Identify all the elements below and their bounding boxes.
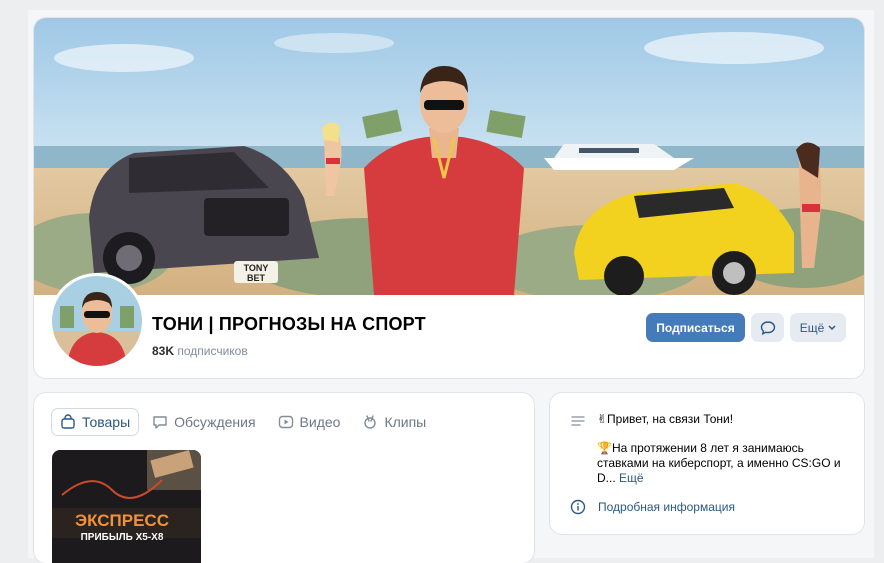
product-title-2: ПРИБЫЛЬ Х5-Х8 [81, 532, 164, 543]
tab-video[interactable]: Видео [270, 409, 349, 435]
subscribers-number: 83K [152, 344, 175, 358]
tab-video-label: Видео [299, 414, 341, 430]
tab-discussions[interactable]: Обсуждения [144, 409, 263, 435]
clips-icon [364, 415, 377, 429]
more-button[interactable]: Ещё [790, 313, 846, 342]
chat-icon [153, 416, 167, 429]
tab-products-label: Товары [82, 414, 131, 430]
description-more-link[interactable]: Ещё [619, 471, 644, 485]
more-label: Ещё [799, 320, 825, 335]
group-header: TONY BET ТОНИ | ПРОГНОЗЫ НА СПОРТ 83K по… [34, 18, 864, 378]
subscribers-count[interactable]: 83K подписчиков [152, 344, 248, 358]
plate-line1: TONY [244, 263, 269, 273]
group-avatar[interactable] [49, 273, 145, 369]
group-description: ✌Привет, на связи Тони! 🏆На протяжении 8… [597, 412, 847, 486]
chevron-down-icon [828, 324, 836, 330]
detailed-info-link[interactable]: Подробная информация [570, 499, 735, 515]
description-icon [571, 416, 585, 426]
description-about: 🏆На протяжении 8 лет я занимаюсь ставкам… [597, 441, 847, 486]
product-card[interactable]: ЭКСПРЕСС ПРИБЫЛЬ Х5-Х8 [52, 450, 201, 563]
tab-products[interactable]: Товары [52, 409, 139, 435]
content-tabs: Товары Обсуждения Видео Клипы [52, 409, 434, 435]
tab-discussions-label: Обсуждения [174, 414, 256, 430]
group-title: ТОНИ | ПРОГНОЗЫ НА СПОРТ [152, 314, 426, 334]
info-icon [570, 499, 586, 515]
product-title-1: ЭКСПРЕСС [75, 511, 169, 530]
cover-image: TONY BET [34, 18, 864, 295]
content-section: Товары Обсуждения Видео Клипы ЭКСПРЕСС П… [34, 393, 534, 563]
subscribe-button[interactable]: Подписаться [646, 313, 745, 342]
tab-clips-label: Клипы [384, 414, 427, 430]
plate-line2: BET [247, 273, 266, 283]
detailed-info-label: Подробная информация [598, 500, 735, 514]
bag-icon [61, 414, 75, 429]
description-greeting: ✌Привет, на связи Тони! [597, 412, 734, 426]
subscribers-label: подписчиков [177, 344, 248, 358]
info-section: ✌Привет, на связи Тони! 🏆На протяжении 8… [550, 393, 864, 534]
product-image: ЭКСПРЕСС ПРИБЫЛЬ Х5-Х8 [52, 450, 201, 563]
message-button[interactable] [751, 313, 784, 342]
tab-clips[interactable]: Клипы [354, 409, 434, 435]
play-icon [278, 415, 293, 429]
message-icon [760, 320, 775, 335]
